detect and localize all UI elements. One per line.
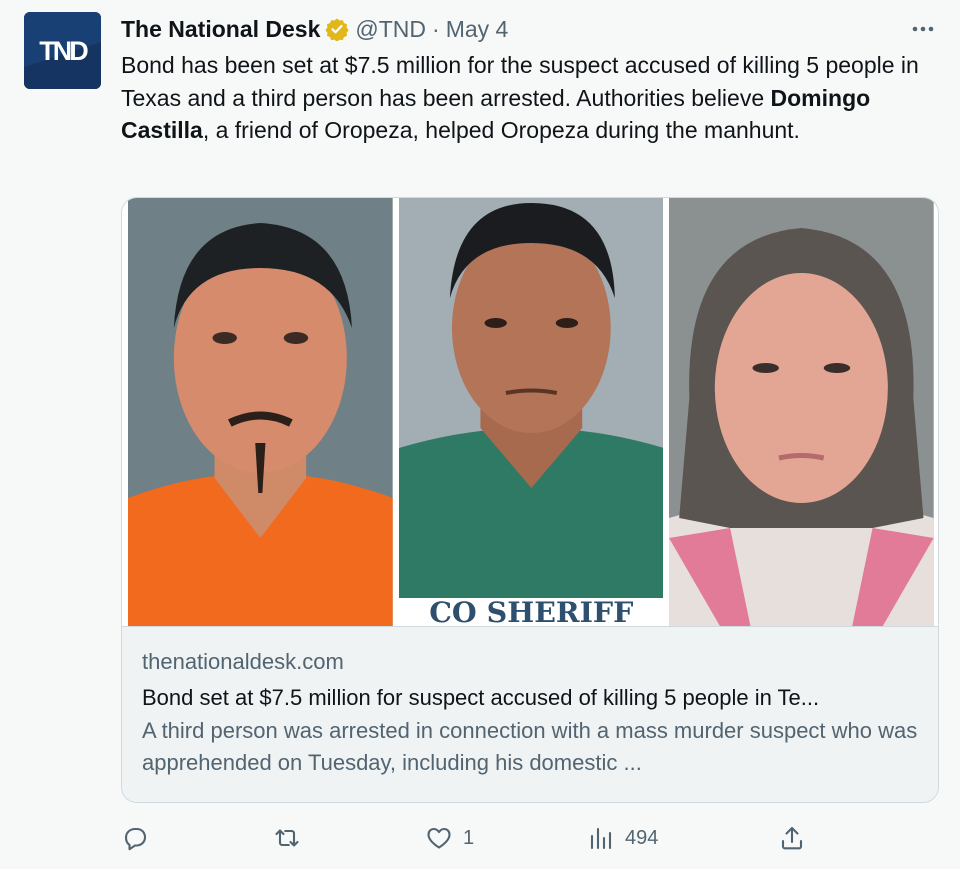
views-button[interactable]: 494 [587,818,658,858]
reply-icon [124,827,147,851]
like-button[interactable]: 1 [425,818,474,858]
author-name[interactable]: The National Desk [121,16,320,43]
sheriff-watermark-text: CO SHERIFF [429,595,633,626]
share-icon [781,826,803,850]
retweet-button[interactable] [273,818,301,858]
like-count: 1 [463,826,475,849]
author-handle[interactable]: @TND [355,16,426,43]
avatar-logo-text: TND [39,36,88,66]
tweet-header: The National Desk @TND · May 4 [121,14,508,44]
mugshot-photo-2[interactable]: CO SHERIFF [398,198,664,626]
mugshot-photo-1[interactable] [128,198,393,626]
separator-dot: · [432,15,440,42]
analytics-icon [590,827,612,850]
tweet-actions-bar: 1 494 [121,818,821,858]
link-preview-card[interactable]: CO SHERIFF thenationaldesk.com Bond set … [121,197,939,803]
card-text-area[interactable]: thenationaldesk.com Bond set at $7.5 mil… [122,626,938,802]
retweet-icon [275,829,299,847]
mugshot-photos[interactable]: CO SHERIFF [122,198,938,626]
card-title[interactable]: Bond set at $7.5 million for suspect acc… [142,681,938,715]
reply-button[interactable] [121,818,149,858]
avatar[interactable]: TND [24,12,101,89]
views-count: 494 [625,826,659,849]
more-options-icon[interactable] [908,14,938,44]
share-button[interactable] [778,818,806,858]
card-description: A third person was arrested in connectio… [142,718,918,775]
tweet-text-part2: , a friend of Oropeza, helped Oropeza du… [202,117,800,143]
tweet-body: Bond has been set at $7.5 million for th… [121,49,941,147]
tweet-date[interactable]: May 4 [446,16,509,43]
mugshot-photo-3[interactable] [669,198,935,626]
verified-badge-icon [325,17,349,42]
heart-icon [427,827,451,849]
card-domain[interactable]: thenationaldesk.com [142,647,938,677]
